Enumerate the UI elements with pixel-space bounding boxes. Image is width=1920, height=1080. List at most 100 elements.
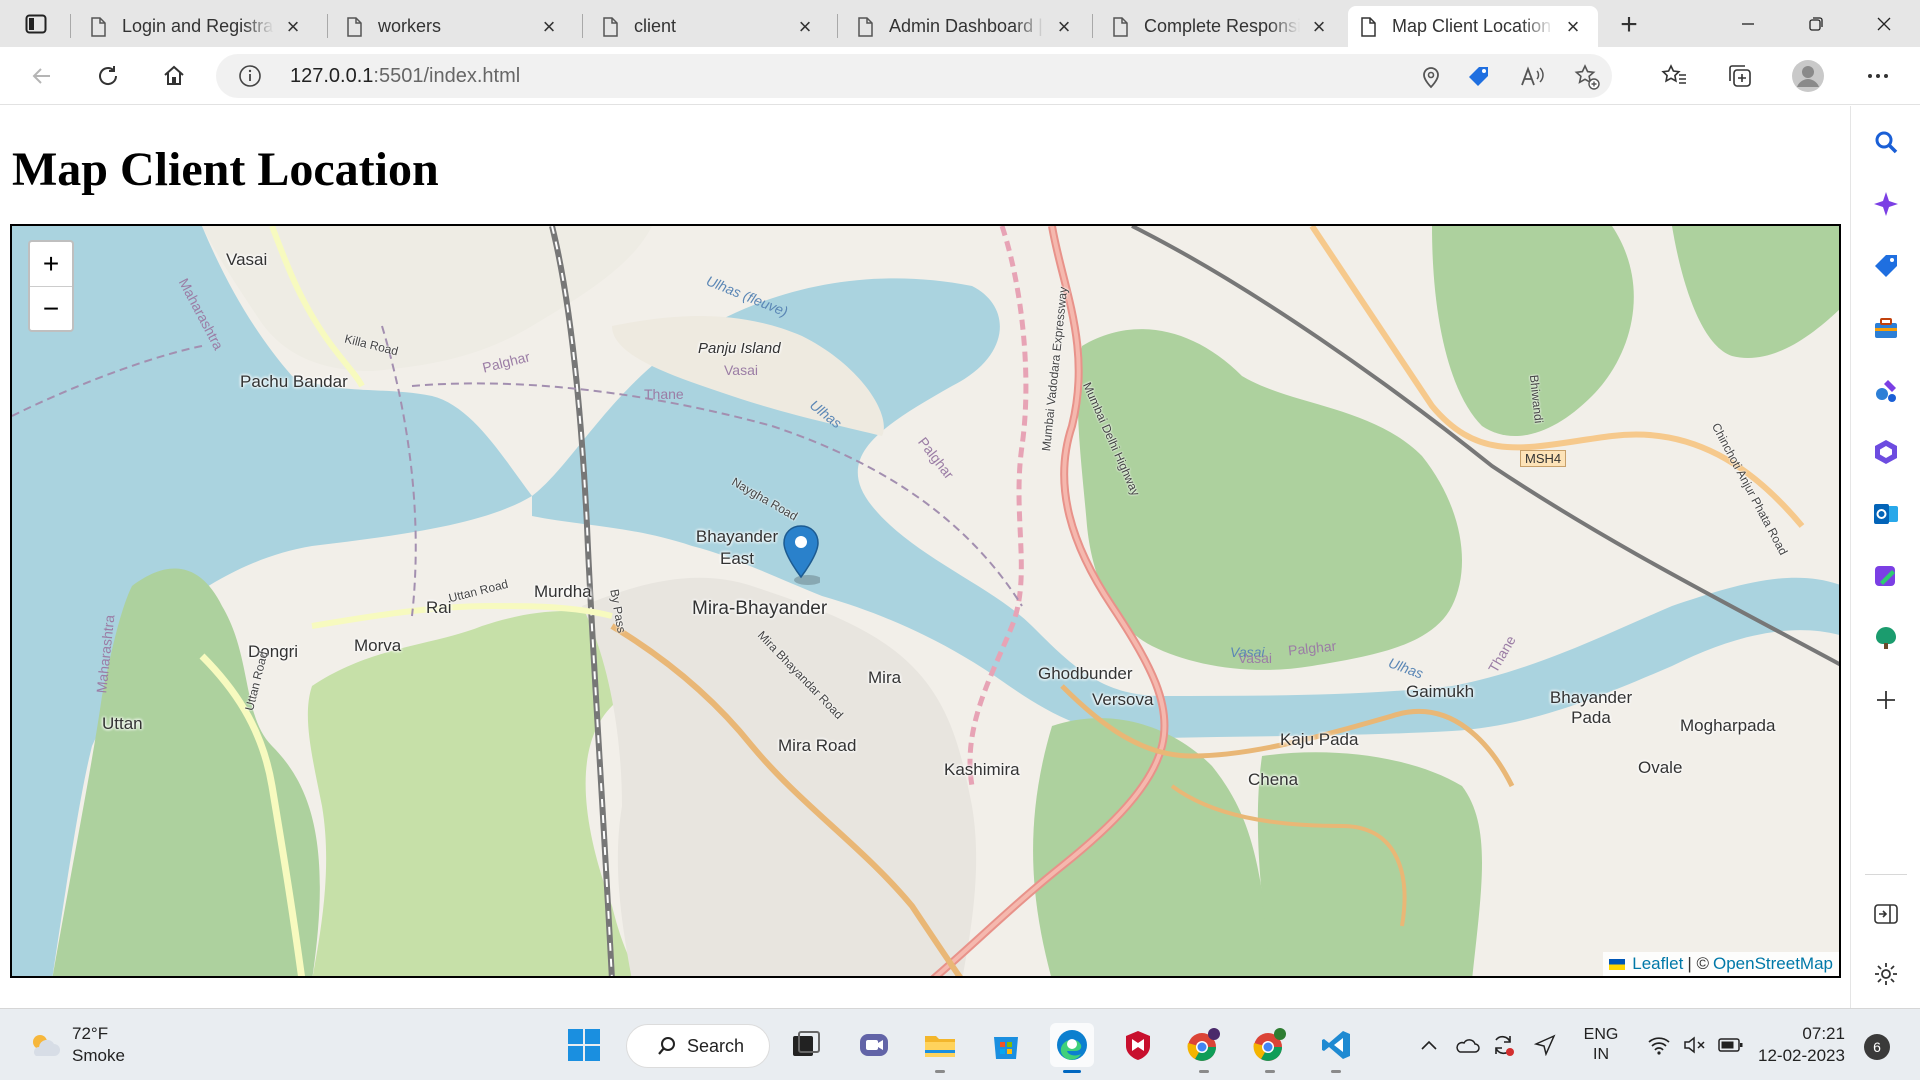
sidebar-copilot-button[interactable] <box>1868 186 1904 222</box>
url-text: 127.0.0.1:5501/index.html <box>290 65 520 88</box>
tab-workers[interactable]: workers × <box>334 6 574 47</box>
refresh-button[interactable] <box>88 57 128 95</box>
onedrive-button[interactable] <box>1452 1023 1482 1067</box>
sidebar-tree-button[interactable] <box>1868 620 1904 656</box>
chrome-icon <box>1187 1028 1220 1061</box>
gear-icon <box>1875 963 1897 985</box>
tab-strip: Login and Registrati × workers × client … <box>0 0 1920 47</box>
minimize-button[interactable] <box>1720 6 1776 42</box>
show-hidden-icons-button[interactable] <box>1416 1023 1442 1067</box>
location-button[interactable] <box>1530 1023 1560 1067</box>
close-icon[interactable]: × <box>280 14 306 40</box>
outlook-icon <box>1874 504 1898 524</box>
openstreetmap-link[interactable]: OpenStreetMap <box>1713 954 1833 974</box>
zoom-in-button[interactable]: + <box>30 242 72 286</box>
clock-date: 12-02-2023 <box>1758 1046 1845 1065</box>
chrome-profile-1-button[interactable] <box>1182 1023 1226 1073</box>
home-button[interactable] <box>154 57 194 95</box>
windows-taskbar: 72°F Smoke Search ENG IN 07:21 12-02-202… <box>0 1008 1920 1080</box>
location-pin-button[interactable] <box>1416 62 1446 92</box>
collections-button[interactable] <box>1720 57 1760 95</box>
battery-button[interactable] <box>1716 1023 1746 1067</box>
tab-client[interactable]: client × <box>590 6 830 47</box>
store-button[interactable] <box>984 1023 1028 1067</box>
close-icon[interactable]: × <box>1306 14 1332 40</box>
page-icon <box>858 16 873 37</box>
tab-admin-dashboard[interactable]: Admin Dashboard | × <box>845 6 1089 47</box>
page-icon <box>91 16 106 37</box>
running-indicator <box>935 1070 945 1073</box>
task-view-button[interactable] <box>784 1023 828 1067</box>
file-explorer-button[interactable] <box>918 1023 962 1073</box>
window-close-button[interactable] <box>1856 6 1912 42</box>
tab-map-client-location[interactable]: Map Client Location × <box>1348 6 1598 47</box>
location-pin-icon <box>1423 67 1439 89</box>
sidebar-search-button[interactable] <box>1868 124 1904 160</box>
teams-chat-button[interactable] <box>852 1023 896 1067</box>
weather-cloud-icon <box>33 1035 60 1056</box>
wifi-button[interactable] <box>1644 1023 1674 1067</box>
notification-badge[interactable]: 6 <box>1864 1034 1890 1060</box>
games-icon <box>1876 380 1896 402</box>
tag-icon <box>1875 255 1897 277</box>
clock[interactable]: 07:21 12-02-2023 <box>1758 1023 1845 1067</box>
sidebar-tools-button[interactable] <box>1868 310 1904 346</box>
new-tab-button[interactable]: + <box>1612 8 1646 42</box>
home-icon <box>164 65 184 85</box>
mcafee-shield-icon <box>1126 1031 1150 1060</box>
add-favorite-button[interactable] <box>1572 62 1602 92</box>
close-icon <box>1877 17 1891 31</box>
taskbar-search[interactable]: Search <box>626 1024 770 1068</box>
start-button[interactable] <box>562 1023 606 1067</box>
sidebar-games-button[interactable] <box>1868 372 1904 408</box>
sync-button[interactable] <box>1488 1023 1518 1067</box>
chat-icon <box>860 1034 888 1056</box>
close-icon[interactable]: × <box>1051 14 1077 40</box>
zoom-out-button[interactable]: − <box>30 286 72 330</box>
chrome-profile-2-button[interactable] <box>1248 1023 1292 1073</box>
volume-button[interactable] <box>1680 1023 1710 1067</box>
read-aloud-button[interactable] <box>1518 62 1548 92</box>
tab-login[interactable]: Login and Registrati × <box>78 6 318 47</box>
windows-icon <box>568 1029 600 1061</box>
close-icon[interactable]: × <box>1560 14 1586 40</box>
close-icon[interactable]: × <box>792 14 818 40</box>
favorites-icon <box>1661 64 1686 84</box>
close-icon[interactable]: × <box>536 14 562 40</box>
profile-button[interactable] <box>1788 57 1828 95</box>
weather-widget[interactable]: 72°F Smoke <box>28 1023 125 1067</box>
coupons-button[interactable] <box>1464 62 1494 92</box>
leaflet-link[interactable]: Leaflet <box>1632 954 1683 974</box>
edge-button[interactable] <box>1050 1023 1094 1073</box>
tab-title: client <box>634 16 677 36</box>
favorites-button[interactable] <box>1654 57 1694 95</box>
map-label-bhayander-pada: Bhayander Pada <box>1549 688 1633 727</box>
sidebar-shopping-button[interactable] <box>1868 248 1904 284</box>
sidebar-hide-button[interactable] <box>1868 896 1904 932</box>
tab-actions-icon[interactable] <box>14 10 58 38</box>
settings-menu-button[interactable] <box>1858 57 1898 95</box>
language-indicator[interactable]: ENG IN <box>1576 1023 1626 1067</box>
sidebar-outlook-button[interactable] <box>1868 496 1904 532</box>
tab-complete-responsive[interactable]: Complete Responsi × <box>1100 6 1344 47</box>
restore-button[interactable] <box>1788 6 1844 42</box>
sidebar-settings-button[interactable] <box>1868 956 1904 992</box>
map-label-mira-bhayander: Mira-Bhayander <box>692 598 828 619</box>
map-marker-icon[interactable] <box>782 524 820 586</box>
sidebar-add-button[interactable] <box>1868 682 1904 718</box>
sidebar-collapse-icon <box>1874 904 1898 924</box>
vscode-button[interactable] <box>1314 1023 1358 1073</box>
info-icon[interactable] <box>238 64 262 88</box>
tab-title: workers <box>378 16 442 36</box>
browser-toolbar: 127.0.0.1:5501/index.html <box>0 47 1920 105</box>
address-bar[interactable]: 127.0.0.1:5501/index.html <box>216 54 1612 98</box>
map-container[interactable]: Vasai Pachu Bandar Panju Island Bhayande… <box>10 224 1841 978</box>
mcafee-button[interactable] <box>1116 1023 1160 1067</box>
map-label-chena: Chena <box>1248 770 1299 789</box>
refresh-icon <box>99 66 118 85</box>
tab-title: Admin Dashboard | <box>889 16 1043 36</box>
back-button[interactable] <box>22 57 62 95</box>
sync-icon <box>1495 1035 1514 1056</box>
sidebar-designer-button[interactable] <box>1868 558 1904 594</box>
sidebar-office-button[interactable] <box>1868 434 1904 470</box>
